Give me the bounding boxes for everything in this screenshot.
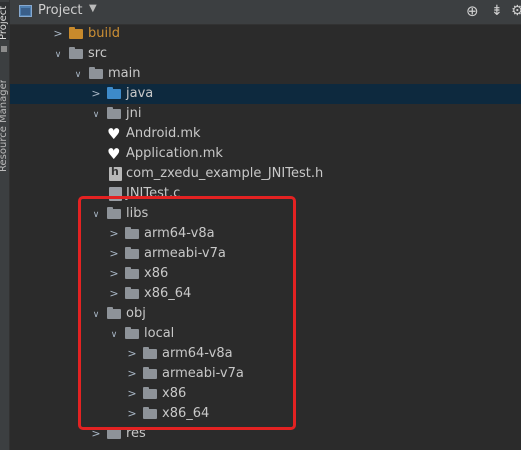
tree-item-label: src (88, 46, 107, 61)
folder-icon (107, 87, 121, 99)
left-tool-strip: Project Resource Manager (0, 0, 11, 450)
folder-icon (69, 47, 83, 59)
tree-item-label: main (108, 66, 141, 81)
settings-gear-icon[interactable]: ⚙ (511, 2, 521, 20)
chevron-down-icon[interactable]: ∨ (52, 47, 64, 63)
project-view-icon (19, 5, 32, 17)
tree-row[interactable]: ∨ jni (10, 104, 521, 124)
folder-icon (69, 27, 83, 39)
tree-item-label: build (88, 26, 120, 41)
tree-row[interactable]: com_zxedu_example_JNITest.h (10, 164, 521, 184)
highlight-box (78, 196, 296, 430)
chevron-right-icon[interactable]: > (52, 26, 64, 42)
tree-item-label: Android.mk (126, 126, 201, 141)
folder-icon (107, 427, 121, 439)
tree-row[interactable]: ∨ main (10, 64, 521, 84)
tree-item-label: java (126, 86, 154, 101)
tree-row[interactable]: ∨ src (10, 44, 521, 64)
tree-item-label: Application.mk (126, 146, 223, 161)
tree-item-label: com_zxedu_example_JNITest.h (126, 166, 324, 181)
locate-icon[interactable]: ⊕ (466, 2, 479, 20)
folder-icon (89, 67, 103, 79)
chevron-down-icon[interactable]: ∨ (90, 107, 102, 123)
project-panel-header: Project ▼ ⊕ ⇟ ⚙ (10, 0, 521, 25)
tool-window-icon (1, 46, 7, 52)
tree-row[interactable]: > java (10, 84, 521, 104)
header-file-icon (109, 165, 122, 181)
tree-row[interactable]: > build (10, 24, 521, 44)
project-panel: Project ▼ ⊕ ⇟ ⚙ > build ∨ src ∨ main > java ∨ jni… (10, 0, 521, 450)
collapse-all-icon[interactable]: ⇟ (491, 2, 503, 20)
view-selector-chevron-down-icon[interactable]: ▼ (89, 3, 97, 14)
tree-item-label: jni (126, 106, 142, 121)
chevron-right-icon[interactable]: > (90, 86, 102, 102)
makefile-icon: ♥ (107, 145, 121, 163)
project-view-title[interactable]: Project (38, 3, 82, 18)
chevron-down-icon[interactable]: ∨ (72, 67, 84, 83)
tree-row[interactable]: ♥ Android.mk (10, 124, 521, 144)
folder-icon (107, 107, 121, 119)
tree-row[interactable]: ♥ Application.mk (10, 144, 521, 164)
makefile-icon: ♥ (107, 125, 121, 143)
